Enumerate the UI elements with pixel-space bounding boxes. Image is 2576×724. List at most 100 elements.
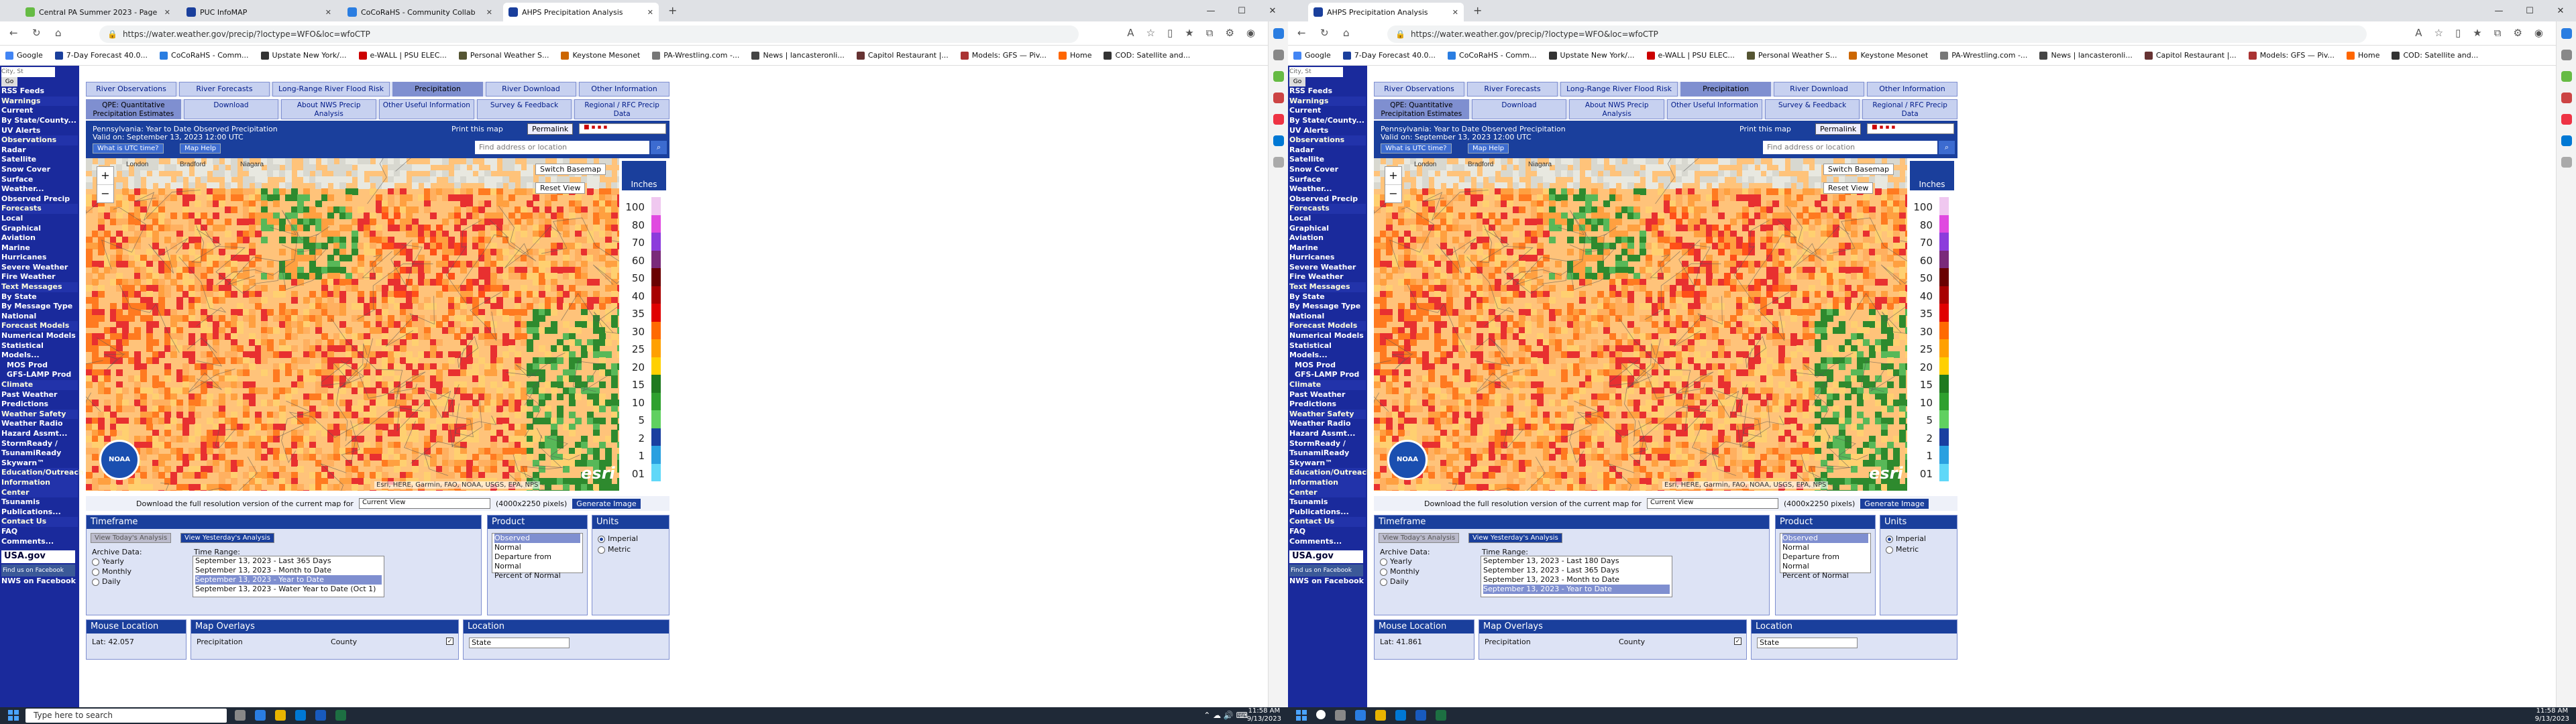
nav-link[interactable]: Marine [1, 243, 78, 253]
location-select[interactable]: State [1757, 638, 1858, 648]
refresh-icon[interactable]: ↻ [32, 27, 41, 39]
sub-tab[interactable]: Download [1471, 99, 1567, 119]
switch-basemap-button[interactable]: Switch Basemap [1823, 164, 1894, 175]
read-aloud-icon[interactable]: A [1127, 27, 1134, 39]
top-tab[interactable]: Precipitation [1680, 82, 1772, 97]
bookmark-item[interactable]: COD: Satellite and... [1104, 51, 1190, 60]
shopping-icon[interactable] [2561, 71, 2572, 82]
sub-tab[interactable]: Regional / RFC Precip Data [574, 99, 670, 119]
nav-link[interactable]: Weather Safety [1289, 409, 1366, 420]
outlook-icon[interactable] [1395, 710, 1406, 721]
find-address-input[interactable]: Find address or location [1763, 141, 1937, 154]
nav-link[interactable]: StormReady / TsunamiReady [1289, 439, 1366, 459]
close-tab-icon[interactable]: ✕ [325, 8, 331, 17]
map-help-button[interactable]: Map Help [180, 143, 221, 154]
nav-link[interactable]: MOS Prod [1289, 361, 1366, 371]
sub-tab[interactable]: QPE: Quantitative Precipitation Estimate… [1374, 99, 1469, 119]
zoom-out-button[interactable]: − [97, 185, 113, 202]
bookmark-item[interactable]: Google [1293, 51, 1331, 60]
product-option[interactable]: Observed [1782, 534, 1868, 543]
nav-link[interactable]: Statistical Models... [1289, 341, 1366, 361]
nav-link[interactable]: GFS-LAMP Prod [1289, 370, 1366, 380]
nav-link[interactable]: Weather Safety [1, 409, 78, 420]
top-tab[interactable]: River Download [1774, 82, 1865, 97]
bookmark-item[interactable]: 7-Day Forecast 40.0... [54, 51, 148, 60]
bookmark-item[interactable]: Upstate New York/... [260, 51, 347, 60]
nav-link[interactable]: Observed Precip [1289, 194, 1366, 204]
nav-link[interactable]: Publications... [1, 507, 78, 518]
nav-link[interactable]: GFS-LAMP Prod [1, 370, 78, 380]
sub-tab[interactable]: Download [183, 99, 279, 119]
windows-start-icon[interactable] [8, 710, 19, 721]
top-tab[interactable]: Long-Range River Flood Risk [1560, 82, 1678, 97]
home-icon[interactable]: ⌂ [1343, 27, 1350, 39]
nav-link[interactable]: MOS Prod [1, 361, 78, 371]
browser-tab[interactable]: CoCoRaHS - Community Collab ✕ [342, 3, 498, 21]
time-range-option[interactable]: September 13, 2023 - Water Year to Date … [195, 585, 382, 594]
close-tab-icon[interactable]: ✕ [647, 8, 653, 17]
nav-link[interactable]: Hurricanes [1289, 253, 1366, 263]
minimize-icon[interactable]: — [2483, 0, 2514, 21]
nav-link[interactable]: Warnings [1289, 96, 1366, 107]
nav-link[interactable]: Weather Radio [1289, 419, 1366, 429]
nav-link[interactable]: Comments... [1, 537, 78, 547]
go-button[interactable]: Go [1289, 76, 1305, 87]
system-tray[interactable]: ⌃ ☁ 🔊 ⌨ [1203, 711, 1248, 720]
nav-link[interactable]: By State/County... [1289, 116, 1366, 126]
nav-link[interactable]: Marine [1289, 243, 1366, 253]
product-list[interactable]: Observed Normal Departure from Normal Perce… [1780, 533, 1871, 580]
archive-radio[interactable]: Daily [1380, 577, 1409, 586]
nav-link[interactable]: Fire Weather [1289, 272, 1366, 282]
city-search-input[interactable]: City, St [1, 67, 55, 77]
units-radio[interactable]: Metric [598, 545, 631, 554]
tools-icon[interactable] [2561, 93, 2572, 103]
bookmark-item[interactable]: Models: GFS — Piv... [2248, 51, 2334, 60]
search-icon[interactable] [1316, 710, 1326, 719]
close-tab-icon[interactable]: ✕ [1452, 8, 1458, 17]
nav-link[interactable]: Severe Weather [1289, 263, 1366, 273]
nav-link[interactable]: RSS Feeds [1, 86, 78, 97]
nav-link[interactable]: Local [1, 214, 78, 224]
product-option[interactable]: Departure from Normal [1782, 552, 1868, 571]
nav-link[interactable]: Hurricanes [1, 253, 78, 263]
bookmark-item[interactable]: News | lancasteronli... [2039, 51, 2133, 60]
clock[interactable]: 11:58 AM 9/13/2023 [2535, 707, 2569, 723]
browser-tab[interactable]: AHPS Precipitation Analysis ✕ [1308, 3, 1464, 21]
print-map-link[interactable]: Print this map [1739, 125, 1791, 133]
nav-link[interactable]: By State [1, 292, 78, 302]
nav-link[interactable]: Current [1, 106, 78, 116]
bookmark-item[interactable]: 7-Day Forecast 40.0... [1342, 51, 1436, 60]
nav-link[interactable]: Snow Cover [1289, 165, 1366, 175]
back-icon[interactable]: ← [1297, 27, 1306, 39]
bookmark-item[interactable]: Keystone Mesonet [1849, 51, 1928, 60]
bookmark-item[interactable]: COD: Satellite and... [2392, 51, 2478, 60]
units-radio[interactable]: Metric [1886, 545, 1919, 554]
top-tab[interactable]: Other Information [579, 82, 669, 97]
nav-link[interactable]: FAQ [1, 527, 78, 537]
reset-view-button[interactable]: Reset View [535, 182, 586, 194]
product-option[interactable]: Departure from Normal [494, 552, 580, 571]
nav-link[interactable]: Severe Weather [1, 263, 78, 273]
nav-link[interactable]: Tsunamis [1, 497, 78, 507]
location-select[interactable]: State [469, 638, 570, 648]
nav-link[interactable]: Tsunamis [1289, 497, 1366, 507]
print-map-link[interactable]: Print this map [451, 125, 503, 133]
search-icon[interactable] [1273, 50, 1284, 60]
nav-link[interactable]: By Message Type [1289, 302, 1366, 312]
outlook-icon[interactable] [1273, 135, 1284, 146]
nav-link[interactable]: Predictions [1, 400, 78, 410]
nav-link[interactable]: National [1, 312, 78, 322]
sub-tab[interactable]: About NWS Precip Analysis [1569, 99, 1665, 119]
nav-link[interactable]: Contact Us [1, 517, 78, 527]
time-range-option[interactable]: September 13, 2023 - Last 180 Days [1483, 556, 1670, 566]
sub-tab[interactable]: Other Useful Information [379, 99, 474, 119]
nav-link[interactable]: Numerical Models [1289, 331, 1366, 341]
view-today-button[interactable]: View Today's Analysis [1379, 533, 1460, 543]
nws-facebook-link[interactable]: NWS on Facebook [1289, 577, 1366, 587]
archive-radio[interactable]: Yearly [1380, 557, 1412, 566]
zoom-in-button[interactable]: + [1385, 167, 1401, 185]
nav-link[interactable]: Text Messages [1, 282, 78, 292]
sub-tab[interactable]: Other Useful Information [1667, 99, 1762, 119]
county-checkbox[interactable]: ✓ [1734, 638, 1741, 645]
product-option[interactable]: Observed [494, 534, 580, 543]
